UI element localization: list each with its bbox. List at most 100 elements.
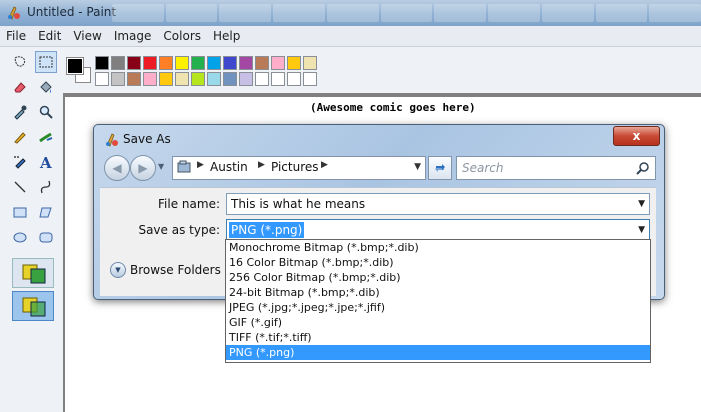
dialog-title: Save As	[123, 132, 171, 146]
file-type-option[interactable]: PNG (*.png)	[226, 345, 650, 360]
save-type-select[interactable]: PNG (*.png) ▼	[226, 219, 650, 241]
browse-folders-button[interactable]: ▼ Browse Folders	[110, 261, 221, 279]
file-type-option[interactable]: 256 Color Bitmap (*.bmp;*.dib)	[226, 270, 650, 285]
close-button[interactable]: x	[613, 126, 660, 146]
menu-file[interactable]: File	[0, 29, 32, 43]
color-swatch[interactable]	[271, 56, 285, 70]
expand-chevron-icon: ▼	[110, 262, 126, 278]
file-name-dropdown-icon[interactable]: ▼	[638, 199, 645, 209]
color-swatch[interactable]	[191, 56, 205, 70]
color-swatch[interactable]	[95, 56, 109, 70]
file-type-option[interactable]: 16 Color Bitmap (*.bmp;*.dib)	[226, 255, 650, 270]
paint-icon	[8, 6, 20, 20]
search-placeholder: Search	[462, 161, 504, 175]
rect-select-icon[interactable]	[35, 51, 57, 73]
color-swatch[interactable]	[287, 72, 301, 86]
file-type-dropdown: Monochrome Bitmap (*.bmp;*.dib) 16 Color …	[225, 239, 651, 363]
transparent-on-option[interactable]	[12, 291, 54, 321]
color-swatch[interactable]	[111, 72, 125, 86]
breadcrumb-austin[interactable]: Austin	[210, 160, 248, 174]
color-swatch[interactable]	[303, 56, 317, 70]
free-select-icon[interactable]	[9, 51, 31, 73]
forward-arrow-icon: ▶	[138, 161, 148, 175]
file-type-option[interactable]: TIFF (*.tif;*.tiff)	[226, 330, 650, 345]
color-swatch[interactable]	[175, 56, 189, 70]
menu-colors[interactable]: Colors	[157, 29, 207, 43]
chevron-right-icon[interactable]: ▶	[321, 160, 328, 170]
color-swatch[interactable]	[255, 72, 269, 86]
color-palette	[63, 47, 701, 93]
breadcrumb-pictures[interactable]: Pictures	[271, 160, 319, 174]
file-type-option[interactable]: JPEG (*.jpg;*.jpeg;*.jpe;*.jfif)	[226, 300, 650, 315]
menu-view[interactable]: View	[67, 29, 107, 43]
color-swatch[interactable]	[223, 72, 237, 86]
airbrush-icon[interactable]	[9, 151, 31, 173]
eraser-icon[interactable]	[9, 76, 31, 98]
recent-pages-chevron-icon[interactable]: ▼	[158, 162, 164, 171]
address-dropdown-icon[interactable]: ▼	[414, 162, 421, 172]
chevron-right-icon[interactable]: ▶	[197, 160, 204, 170]
file-type-option[interactable]: 24-bit Bitmap (*.bmp;*.dib)	[226, 285, 650, 300]
color-swatch[interactable]	[143, 56, 157, 70]
color-swatch[interactable]	[175, 72, 189, 86]
back-arrow-icon: ◀	[112, 161, 122, 175]
color-swatch[interactable]	[239, 72, 253, 86]
magnifier-icon[interactable]	[35, 101, 57, 123]
chevron-down-icon[interactable]: ▼	[638, 225, 645, 235]
browse-folders-label: Browse Folders	[130, 263, 221, 277]
toolbox: A	[0, 47, 64, 412]
color-swatch[interactable]	[159, 56, 173, 70]
polygon-icon[interactable]	[35, 201, 57, 223]
file-name-label: File name:	[158, 197, 220, 211]
address-bar[interactable]: ▶ Austin ▶ Pictures ▶ ▼	[172, 156, 426, 180]
color-swatch[interactable]	[207, 56, 221, 70]
color-swatch[interactable]	[191, 72, 205, 86]
brush-icon[interactable]	[35, 126, 57, 148]
color-swatch[interactable]	[159, 72, 173, 86]
menu-image[interactable]: Image	[108, 29, 158, 43]
transparent-off-option[interactable]	[12, 258, 54, 288]
curve-icon[interactable]	[35, 176, 57, 198]
rounded-rect-icon[interactable]	[35, 226, 57, 248]
rectangle-icon[interactable]	[9, 201, 31, 223]
color-swatch[interactable]	[223, 56, 237, 70]
color-picker-icon[interactable]	[9, 101, 31, 123]
canvas-comic-text: (Awesome comic goes here)	[310, 101, 476, 114]
color-swatch[interactable]	[111, 56, 125, 70]
line-icon[interactable]	[9, 176, 31, 198]
color-swatch[interactable]	[95, 72, 109, 86]
color-swatch[interactable]	[239, 56, 253, 70]
ellipse-icon[interactable]	[9, 226, 31, 248]
menu-help[interactable]: Help	[207, 29, 246, 43]
navigation-bar: ◀ ▶ ▼ ▶ Austin ▶ Pictures ▶ ▼ Search	[100, 153, 656, 183]
folder-icon	[177, 160, 191, 173]
search-input[interactable]: Search	[456, 156, 656, 180]
color-swatch[interactable]	[127, 72, 141, 86]
window-title: Untitled - Paint	[27, 5, 117, 19]
foreground-color[interactable]	[66, 57, 84, 75]
back-button[interactable]: ◀	[104, 155, 130, 181]
current-colors[interactable]	[65, 55, 91, 85]
file-type-option[interactable]: Monochrome Bitmap (*.bmp;*.dib)	[226, 240, 650, 255]
close-icon: x	[632, 129, 641, 143]
color-swatch[interactable]	[143, 72, 157, 86]
menu-edit[interactable]: Edit	[32, 29, 67, 43]
color-swatch[interactable]	[255, 56, 269, 70]
color-swatch[interactable]	[287, 56, 301, 70]
search-icon[interactable]	[636, 161, 650, 175]
color-swatch[interactable]	[271, 72, 285, 86]
color-swatch[interactable]	[303, 72, 317, 86]
chevron-right-icon[interactable]: ▶	[258, 160, 265, 170]
fill-icon[interactable]	[35, 76, 57, 98]
file-name-value: This is what he means	[231, 197, 366, 211]
color-swatch[interactable]	[127, 56, 141, 70]
text-icon[interactable]: A	[35, 151, 57, 173]
svg-text:A: A	[39, 154, 52, 170]
forward-button[interactable]: ▶	[130, 155, 156, 181]
paint-icon	[106, 133, 118, 147]
pencil-icon[interactable]	[9, 126, 31, 148]
file-type-option[interactable]: GIF (*.gif)	[226, 315, 650, 330]
file-name-input[interactable]: This is what he means ▼	[226, 193, 650, 215]
refresh-button[interactable]	[428, 156, 452, 180]
color-swatch[interactable]	[207, 72, 221, 86]
